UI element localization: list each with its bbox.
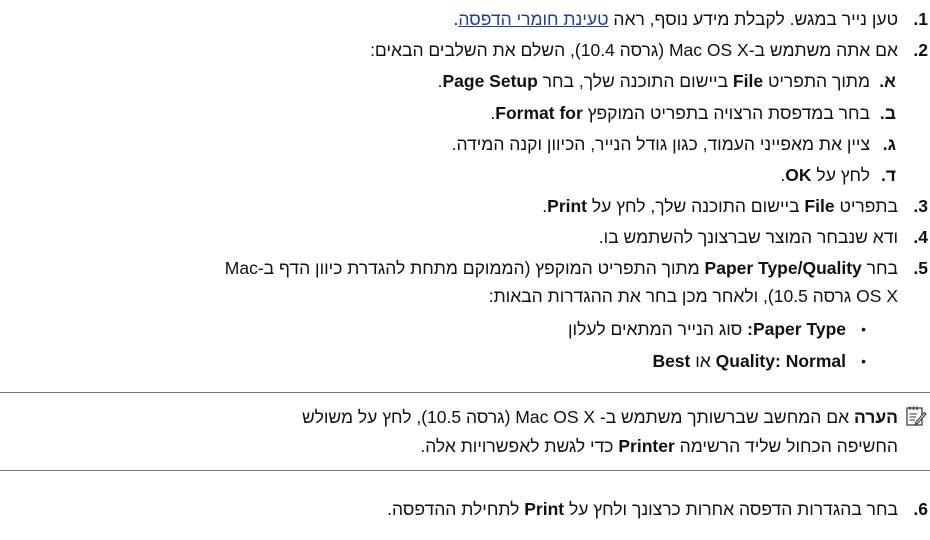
load-media-link[interactable]: טעינת חומרי הדפסה bbox=[458, 9, 608, 29]
step-text: בחר בהגדרות הדפסה אחרות כרצונך ולחץ על P… bbox=[387, 497, 898, 521]
quality-term: Quality: bbox=[715, 351, 781, 371]
step-number: 2. bbox=[913, 40, 928, 60]
instruction-document: 1. טען נייר במגש. לקבלת מידע נוסף, ראה ט… bbox=[0, 0, 930, 540]
substep-text: מתוך התפריט File ביישום התוכנה שלך, בחר … bbox=[438, 69, 870, 93]
ok-term: OK bbox=[785, 165, 812, 185]
step-text: בתפריט File ביישום התוכנה שלך, לחץ על Pr… bbox=[542, 194, 898, 218]
print-term: Print bbox=[524, 499, 565, 519]
best-term: Best bbox=[652, 351, 691, 371]
note-top-divider bbox=[0, 392, 930, 393]
step-number: 6. bbox=[913, 499, 928, 519]
text-part: לתחילת ההדפסה. bbox=[387, 499, 520, 519]
step-number: 1. bbox=[913, 9, 928, 29]
substep-text: בחר במדפסת הרצויה בתפריט המוקפץ Format f… bbox=[490, 101, 870, 125]
substep-letter: א. bbox=[879, 71, 896, 91]
note-text-part: החשיפה הכחול שליד הרשימה bbox=[679, 436, 898, 456]
text-part: בחר בהגדרות הדפסה אחרות כרצונך ולחץ על bbox=[568, 499, 898, 519]
text-part: לחץ על bbox=[816, 165, 870, 185]
normal-term: Normal bbox=[785, 351, 846, 371]
substep-letter: ב. bbox=[879, 103, 896, 123]
step-text-line-2: OS X גרסה 10.5), ולאחר מכן בחר את ההגדרו… bbox=[488, 286, 898, 306]
bullet-text: Quality: Normal או Best bbox=[652, 349, 846, 373]
step-text-line-1: בחר Paper Type/Quality מתוך התפריט המוקפ… bbox=[225, 256, 898, 280]
text-part: בחר במדפסת הרצויה בתפריט המוקפץ bbox=[587, 103, 870, 123]
text-part: בחר bbox=[866, 258, 898, 278]
step-number: 3. bbox=[913, 196, 928, 216]
note-text: החשיפה הכחול שליד הרשימה Printer כדי לגש… bbox=[420, 434, 898, 458]
substep-letter: ד. bbox=[880, 165, 896, 185]
substep-text: ציין את מאפייני העמוד, כגון גודל הנייר, … bbox=[451, 134, 870, 154]
substep-letter: ג. bbox=[882, 134, 896, 154]
paper-type-term: Paper Type: bbox=[747, 319, 846, 339]
note-text-part: כדי לגשת לאפשרויות אלה. bbox=[420, 436, 614, 456]
step-text: טען נייר במגש. לקבלת מידע נוסף, ראה טעינ… bbox=[454, 7, 898, 31]
note-text-part: אם המחשב שברשותך משתמש ב- Mac OS X (גרסה… bbox=[301, 407, 850, 427]
text-part: מתוך התפריט bbox=[767, 71, 870, 91]
text-part: סוג הנייר המתאים לעלון bbox=[567, 319, 743, 339]
page-setup-term: Page Setup bbox=[442, 71, 538, 91]
note-label: הערה bbox=[853, 407, 898, 427]
substep-text: לחץ על OK. bbox=[780, 163, 870, 187]
text-part: ביישום התוכנה שלך, בחר bbox=[542, 71, 729, 91]
text-part: ביישום התוכנה שלך, לחץ על bbox=[591, 196, 800, 216]
print-term: Print bbox=[547, 196, 588, 216]
menu-file-term: File bbox=[732, 71, 764, 91]
menu-file-term: File bbox=[804, 196, 835, 216]
note-text: הערה אם המחשב שברשותך משתמש ב- Mac OS X … bbox=[302, 405, 898, 429]
text-part: בתפריט bbox=[839, 196, 898, 216]
bullet-dot: • bbox=[861, 321, 866, 337]
step-text: ודא שנבחר המוצר שברצונך להשתמש בו. bbox=[598, 227, 898, 247]
note-icon bbox=[904, 404, 928, 428]
format-for-term: Format for bbox=[495, 103, 583, 123]
bullet-text: Paper Type: סוג הנייר המתאים לעלון bbox=[568, 317, 846, 341]
paper-type-quality-term: Paper Type/Quality bbox=[704, 258, 862, 278]
step-text: אם אתה משתמש ב-Mac OS X (גרסה 10.4), השל… bbox=[370, 40, 898, 60]
text-part: או bbox=[695, 351, 711, 371]
step-text-part: טען נייר במגש. לקבלת מידע נוסף, ראה bbox=[613, 9, 898, 29]
step-number: 4. bbox=[913, 227, 928, 247]
step-number: 5. bbox=[913, 258, 928, 278]
printer-term: Printer bbox=[618, 436, 675, 456]
note-bottom-divider bbox=[0, 470, 930, 471]
bullet-dot: • bbox=[861, 353, 866, 369]
text-part: מתוך התפריט המוקפץ (הממוקם מתחת להגדרת כ… bbox=[224, 258, 700, 278]
